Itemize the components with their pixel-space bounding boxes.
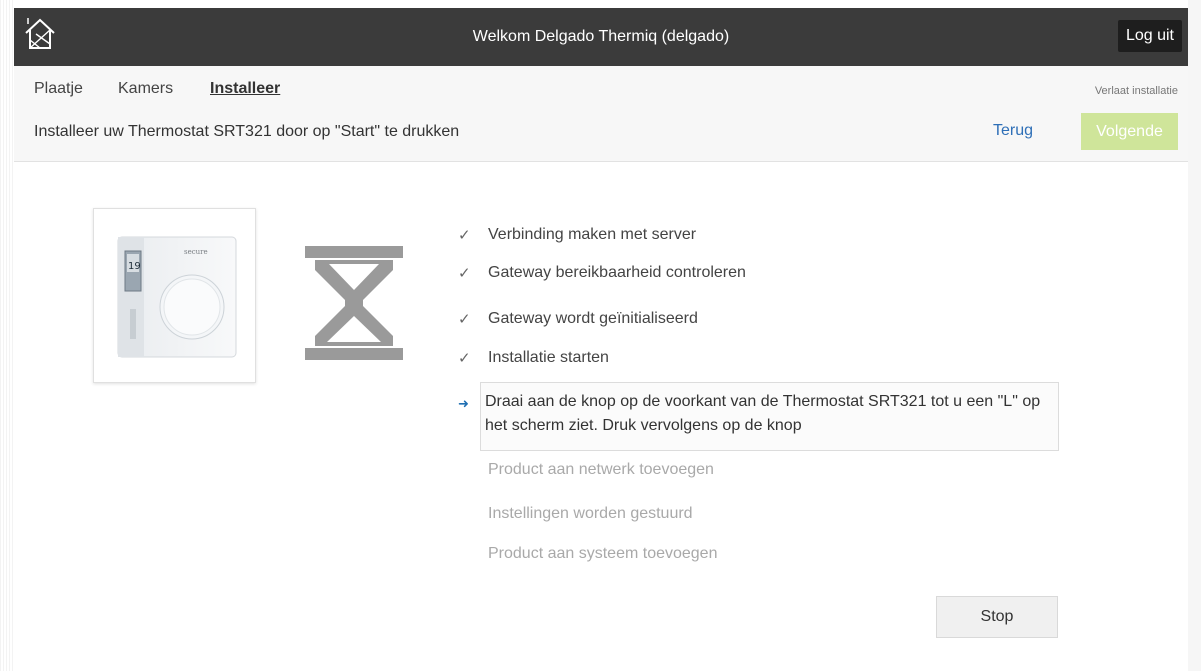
check-icon: ✓ [458,311,471,328]
step-label: Product aan netwerk toevoegen [488,461,714,478]
hourglass-icon [305,246,403,360]
check-icon: ✓ [458,350,471,367]
step-label: Gateway bereikbaarheid controleren [488,264,746,281]
leave-installation-link[interactable]: Verlaat installatie [1095,85,1178,97]
instruction-text: Installeer uw Thermostat SRT321 door op … [34,123,460,140]
sub-header: Plaatje Kamers Installeer Verlaat instal… [14,66,1188,162]
check-icon: ✓ [458,227,471,244]
thermostat-brand: secure [184,248,208,256]
top-bar: Welkom Delgado Thermiq (delgado) Log uit [14,8,1188,66]
tab-plaatje[interactable]: Plaatje [34,80,83,98]
stop-button[interactable]: Stop [936,596,1058,638]
app-window: Welkom Delgado Thermiq (delgado) Log uit… [14,0,1188,671]
left-edge [0,0,14,671]
step-label: Gateway wordt geïnitialiseerd [488,310,698,327]
step-label: Installatie starten [488,349,609,366]
product-image: 19 secure [93,208,256,383]
current-step-label: Draai aan de knop op de voorkant van de … [485,393,1041,434]
thermostat-display: 19 [128,261,141,272]
step-label: Instellingen worden gestuurd [488,505,693,522]
check-icon: ✓ [458,265,471,282]
arrow-right-icon: ➜ [458,396,469,411]
next-button[interactable]: Volgende [1081,113,1178,150]
step-label: Product aan systeem toevoegen [488,545,718,562]
tab-kamers[interactable]: Kamers [118,80,173,98]
back-link[interactable]: Terug [993,122,1033,140]
tab-installeer[interactable]: Installeer [210,80,280,98]
welcome-title: Welkom Delgado Thermiq (delgado) [472,28,730,45]
logout-button[interactable]: Log uit [1117,20,1182,52]
right-edge [1188,0,1201,671]
step-label: Verbinding maken met server [488,226,697,243]
